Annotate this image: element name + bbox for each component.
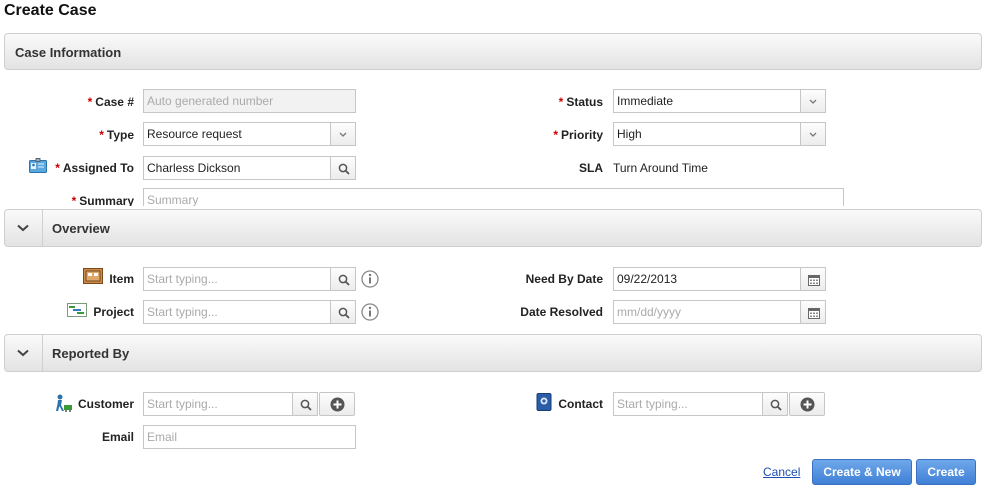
chevron-down-icon: [809, 99, 817, 104]
add-icon: [330, 397, 345, 412]
section-title: Overview: [52, 221, 110, 236]
customer-label: Customer: [77, 397, 134, 411]
contact-label: Contact: [558, 397, 603, 411]
priority-value: High: [617, 127, 642, 141]
section-overview: Overview: [4, 209, 982, 247]
chevron-down-icon: [17, 224, 29, 232]
overview-collapse-button[interactable]: [5, 210, 43, 246]
info-icon[interactable]: [361, 270, 379, 288]
info-icon[interactable]: [361, 303, 379, 321]
section-case-information: Case Information: [4, 33, 982, 70]
need-by-date-calendar-button[interactable]: [800, 267, 826, 291]
assigned-to-label: * Assigned To: [55, 161, 134, 175]
contact-field[interactable]: [613, 392, 763, 416]
chevron-down-icon: [809, 132, 817, 137]
project-label: Project: [93, 305, 134, 319]
type-label: * Type: [99, 128, 134, 142]
item-icon: [83, 268, 103, 284]
type-select[interactable]: Resource request: [143, 122, 331, 146]
customer-add-button[interactable]: [319, 392, 355, 416]
search-icon: [338, 163, 350, 175]
assigned-to-field[interactable]: Charless Dickson: [143, 156, 331, 180]
customer-icon: [56, 394, 72, 412]
sla-label: SLA: [579, 161, 603, 175]
summary-field[interactable]: [143, 188, 844, 206]
chevron-down-icon: [17, 349, 29, 357]
customer-field[interactable]: [143, 392, 293, 416]
date-resolved-label: Date Resolved: [520, 305, 603, 319]
case-number-field: [143, 89, 356, 113]
search-icon: [338, 274, 350, 286]
section-title: Case Information: [15, 45, 122, 60]
need-by-date-value: 09/22/2013: [617, 272, 678, 286]
project-search-button[interactable]: [330, 300, 356, 324]
summary-row: * Summary: [0, 186, 992, 206]
type-dropdown-button[interactable]: [330, 122, 356, 146]
section-reported-by: Reported By: [4, 334, 982, 372]
sla-value: Turn Around Time: [613, 161, 708, 175]
contact-add-button[interactable]: [789, 392, 825, 416]
page-title: Create Case: [4, 2, 97, 19]
create-button[interactable]: Create: [916, 459, 976, 485]
summary-label: * Summary: [71, 194, 134, 206]
calendar-icon: [808, 275, 820, 286]
customer-search-button[interactable]: [292, 392, 318, 416]
need-by-date-label: Need By Date: [525, 272, 603, 286]
status-value: Immediate: [617, 94, 674, 108]
status-label: * Status: [558, 95, 603, 109]
create-and-new-button[interactable]: Create & New: [812, 459, 912, 485]
priority-select[interactable]: High: [613, 122, 801, 146]
contact-icon: [536, 393, 552, 411]
reported-by-collapse-button[interactable]: [5, 335, 43, 371]
item-label: Item: [109, 272, 134, 286]
search-icon: [300, 399, 312, 411]
item-field[interactable]: [143, 267, 331, 291]
contact-search-button[interactable]: [762, 392, 788, 416]
project-field[interactable]: [143, 300, 331, 324]
section-title: Reported By: [52, 346, 130, 361]
type-value: Resource request: [147, 127, 242, 141]
assigned-to-value: Charless Dickson: [147, 161, 241, 175]
calendar-icon: [808, 308, 820, 319]
priority-dropdown-button[interactable]: [800, 122, 826, 146]
assigned-to-search-button[interactable]: [330, 156, 356, 180]
date-resolved-calendar-button[interactable]: [800, 300, 826, 324]
search-icon: [338, 307, 350, 319]
priority-label: * Priority: [553, 128, 603, 142]
need-by-date-field[interactable]: 09/22/2013: [613, 267, 801, 291]
item-search-button[interactable]: [330, 267, 356, 291]
assigned-to-icon: [29, 158, 47, 173]
project-icon: [67, 303, 87, 317]
date-resolved-field[interactable]: [613, 300, 801, 324]
case-number-label: * Case #: [87, 95, 134, 109]
chevron-down-icon: [339, 132, 347, 137]
search-icon: [770, 399, 782, 411]
status-select[interactable]: Immediate: [613, 89, 801, 113]
email-label: Email: [101, 430, 134, 444]
status-dropdown-button[interactable]: [800, 89, 826, 113]
email-field[interactable]: [143, 425, 356, 449]
add-icon: [800, 397, 815, 412]
cancel-link[interactable]: Cancel: [763, 465, 800, 479]
